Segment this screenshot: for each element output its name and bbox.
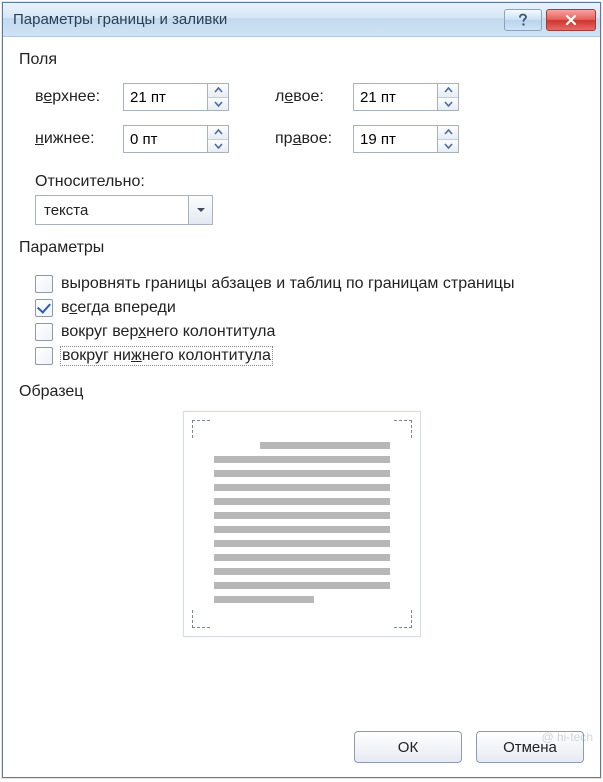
bottom-spin-up[interactable] <box>208 126 228 140</box>
chevron-up-icon <box>214 129 223 135</box>
check-header[interactable] <box>35 323 53 341</box>
top-spinbox <box>123 83 229 111</box>
titlebar: Параметры границы и заливки <box>3 3 600 37</box>
check-footer[interactable] <box>35 347 53 365</box>
chevron-up-icon <box>214 87 223 93</box>
top-spin-down[interactable] <box>208 98 228 111</box>
relative-combobox[interactable]: текста <box>35 195 213 225</box>
preview-text-lines <box>214 442 390 603</box>
check-header-row: вокруг верхнего колонтитула <box>35 323 584 341</box>
check-footer-row: вокруг нижнего колонтитула <box>35 347 584 365</box>
left-spin-buttons <box>437 83 459 111</box>
preview-group-label: Образец <box>19 383 584 401</box>
fields-group-label: Поля <box>19 51 584 69</box>
close-icon <box>564 14 578 26</box>
margin-fields: верхнее: левое: <box>35 83 584 153</box>
cancel-button[interactable]: Отмена <box>476 731 584 763</box>
bottom-input[interactable] <box>123 125 207 153</box>
left-spinbox <box>353 83 459 111</box>
preview-page <box>183 411 421 637</box>
check-align[interactable] <box>35 275 53 293</box>
chevron-down-icon <box>214 101 223 107</box>
bottom-spinbox <box>123 125 229 153</box>
relative-dropdown-button[interactable] <box>188 196 212 224</box>
check-align-row: выровнять границы абзацев и таблиц по гр… <box>35 275 584 293</box>
left-spin-down[interactable] <box>438 98 458 111</box>
dialog-window: Параметры границы и заливки Поля верхнее… <box>2 2 601 778</box>
dialog-title: Параметры границы и заливки <box>13 11 500 28</box>
close-button[interactable] <box>546 9 596 31</box>
dialog-body: Поля верхнее: левое: <box>3 37 600 777</box>
check-front[interactable] <box>35 299 53 317</box>
check-front-label: всегда впереди <box>61 299 176 317</box>
preview-area <box>19 411 584 723</box>
corner-marker-tl <box>192 420 210 438</box>
bottom-spin-down[interactable] <box>208 140 228 153</box>
help-icon <box>517 13 529 27</box>
chevron-down-icon <box>444 101 453 107</box>
right-spinbox <box>353 125 459 153</box>
chevron-down-icon <box>196 207 206 213</box>
left-label: левое: <box>275 88 347 106</box>
check-header-label: вокруг верхнего колонтитула <box>61 323 275 341</box>
right-input[interactable] <box>353 125 437 153</box>
corner-marker-bl <box>192 610 210 628</box>
bottom-label: нижнее: <box>35 130 117 148</box>
left-input[interactable] <box>353 83 437 111</box>
chevron-down-icon <box>214 143 223 149</box>
top-label: верхнее: <box>35 88 117 106</box>
corner-marker-tr <box>394 420 412 438</box>
right-spin-down[interactable] <box>438 140 458 153</box>
top-spin-buttons <box>207 83 229 111</box>
chevron-down-icon <box>444 143 453 149</box>
top-input[interactable] <box>123 83 207 111</box>
left-spin-up[interactable] <box>438 84 458 98</box>
right-spin-buttons <box>437 125 459 153</box>
check-align-label: выровнять границы абзацев и таблиц по гр… <box>61 275 514 293</box>
right-spin-up[interactable] <box>438 126 458 140</box>
params-group-label: Параметры <box>19 239 584 257</box>
chevron-up-icon <box>444 129 453 135</box>
bottom-spin-buttons <box>207 125 229 153</box>
check-footer-label: вокруг нижнего колонтитула <box>61 347 272 365</box>
check-front-row: всегда впереди <box>35 299 584 317</box>
right-label: правое: <box>275 130 347 148</box>
relative-label: Относительно: <box>35 173 584 191</box>
params-checks: выровнять границы абзацев и таблиц по гр… <box>35 269 584 371</box>
top-spin-up[interactable] <box>208 84 228 98</box>
dialog-footer: ОК Отмена <box>19 723 584 763</box>
help-button[interactable] <box>504 9 542 31</box>
relative-value: текста <box>36 196 188 224</box>
corner-marker-br <box>394 610 412 628</box>
ok-button[interactable]: ОК <box>354 731 462 763</box>
chevron-up-icon <box>444 87 453 93</box>
